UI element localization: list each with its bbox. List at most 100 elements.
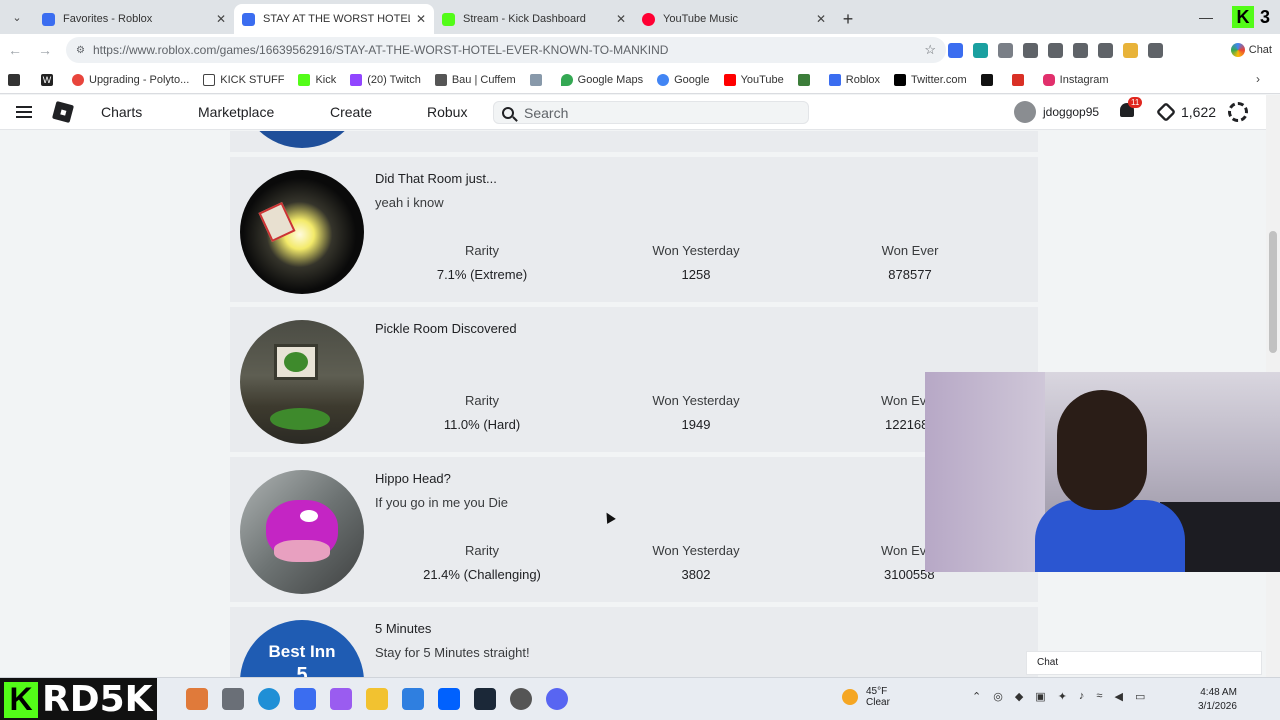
badge-image[interactable] (240, 170, 364, 294)
bookmark-item[interactable]: Kick (298, 73, 336, 86)
x-twitter-icon (894, 73, 907, 86)
roblox-logo-icon[interactable] (51, 100, 75, 124)
close-tab-icon[interactable]: ✕ (616, 12, 626, 26)
badge-image[interactable] (240, 470, 364, 594)
tab-title: YouTube Music (663, 13, 739, 25)
copilot-icon[interactable] (330, 688, 352, 710)
steam-icon[interactable] (474, 688, 496, 710)
url-field[interactable]: ⚙ https://www.roblox.com/games/166395629… (66, 37, 946, 63)
extension-icon[interactable] (973, 42, 988, 58)
tray-app-icon[interactable]: ▣ (1035, 690, 1045, 703)
search-input[interactable]: Search (493, 101, 809, 124)
badge-image[interactable]: Best Inn 5 (240, 620, 364, 677)
browser-tab-0[interactable]: Favorites - Roblox ✕ (34, 4, 234, 34)
profile-icon[interactable] (1123, 42, 1138, 58)
copilot-chat-button[interactable]: Chat (1230, 40, 1272, 60)
bookmark-item[interactable] (1011, 73, 1029, 86)
tray-app-icon[interactable]: ✦ (1058, 690, 1067, 703)
chevron-up-icon[interactable]: ⌃ (972, 690, 981, 703)
store-icon[interactable] (402, 688, 424, 710)
menu-icon[interactable] (1148, 42, 1163, 58)
microphone-icon[interactable]: ♪ (1079, 690, 1085, 703)
stat-value: 1258 (681, 267, 711, 282)
forward-icon[interactable]: → (30, 42, 60, 58)
bookmark-star-icon[interactable]: ☆ (924, 42, 936, 58)
bookmark-item[interactable] (529, 73, 547, 86)
chat-panel-tab[interactable]: Chat (1026, 651, 1262, 675)
favorites-icon[interactable] (1073, 42, 1088, 58)
browser-tab-3[interactable]: YouTube Music ✕ (634, 4, 834, 34)
nav-charts[interactable]: Charts (101, 104, 142, 120)
nav-marketplace[interactable]: Marketplace (198, 104, 274, 120)
volume-icon[interactable]: ◀ (1114, 690, 1122, 703)
bookmark-item[interactable]: Bau | Cuffem (434, 73, 516, 86)
browser-tab-2[interactable]: Stream - Kick Dashboard ✕ (434, 4, 634, 34)
bookmark-item[interactable]: Roblox (828, 73, 881, 86)
bookmark-folder[interactable]: KICK STUFF (203, 73, 284, 86)
more-bookmarks-icon[interactable]: › (1256, 72, 1260, 86)
bookmark-item[interactable]: YouTube (723, 73, 784, 86)
wifi-icon[interactable]: ≈ (1096, 690, 1102, 703)
won-yesterday-stat: Won Yesterday 1949 (596, 393, 796, 432)
hamburger-menu-icon[interactable] (16, 106, 32, 118)
kick-app-icon[interactable]: K (1231, 6, 1254, 28)
close-tab-icon[interactable]: ✕ (216, 12, 226, 26)
list-item (230, 131, 1038, 152)
edge-icon[interactable] (258, 688, 280, 710)
shield-icon[interactable] (998, 42, 1013, 58)
minimize-icon[interactable]: — (1184, 9, 1228, 25)
bookmark-item[interactable] (8, 73, 25, 86)
badge-image (240, 131, 364, 148)
notifications-button[interactable]: 11 (1118, 97, 1143, 121)
settings-gear-icon[interactable] (1228, 102, 1248, 122)
site-info-icon[interactable]: ⚙ (76, 45, 85, 56)
bookmark-item[interactable] (797, 73, 815, 86)
bookmark-label: Roblox (845, 73, 881, 86)
bookmark-item[interactable]: Upgrading - Polyto... (72, 73, 189, 86)
notification-badge: 11 (1128, 97, 1143, 108)
bookmark-item[interactable]: Instagram (1042, 73, 1109, 86)
robux-balance[interactable]: 1,622 (1155, 101, 1217, 123)
close-tab-icon[interactable]: ✕ (416, 12, 426, 26)
extension-icon[interactable] (948, 42, 963, 58)
extension-icon[interactable] (1023, 42, 1038, 58)
extension-icon[interactable] (1098, 42, 1113, 58)
nav-robux[interactable]: Robux (427, 104, 467, 120)
close-tab-icon[interactable]: ✕ (816, 12, 826, 26)
dropbox-icon[interactable] (438, 688, 460, 710)
user-profile[interactable]: jdoggop95 (1014, 101, 1099, 123)
battery-icon[interactable]: ▭ (1135, 690, 1145, 703)
badge-card: Pickle Room Discovered Rarity 11.0% (Har… (230, 307, 1038, 452)
browser-tab-1[interactable]: STAY AT THE WORST HOTEL EVER ✕ (234, 4, 434, 34)
robux-amount: 1,622 (1181, 104, 1217, 120)
bookmark-item[interactable]: (20) Twitch (350, 73, 421, 86)
nav-create[interactable]: Create (330, 104, 372, 120)
file-explorer-icon[interactable] (366, 688, 388, 710)
bookmark-wikipedia[interactable]: W (41, 73, 58, 86)
google-icon (657, 73, 670, 86)
bookmark-item[interactable]: Google (657, 73, 710, 86)
bookmark-item[interactable]: Google Maps (560, 73, 643, 86)
app-icon[interactable] (294, 688, 316, 710)
badge-image[interactable] (240, 320, 364, 444)
weather-widget[interactable]: 45°F Clear (842, 686, 890, 708)
tab-search-menu-icon[interactable]: ⌄ (0, 0, 34, 34)
tiktok-icon (980, 73, 993, 86)
clock[interactable]: 4:48 AM 3/1/2026 (1198, 686, 1237, 714)
widgets-icon[interactable] (186, 688, 208, 710)
tray-app-icon[interactable]: ◆ (1015, 690, 1023, 703)
bookmark-item[interactable]: Twitter.com (894, 73, 967, 86)
scrollbar-thumb[interactable] (1269, 231, 1277, 353)
badge-name: 5 Minutes (375, 621, 432, 636)
extension-icon[interactable] (1048, 42, 1063, 58)
tray-app-icon[interactable]: ◎ (993, 690, 1003, 703)
kick-count: 3 (1259, 6, 1270, 27)
back-icon[interactable]: ← (0, 42, 30, 58)
google-maps-icon (560, 73, 573, 86)
bookmark-label: YouTube (740, 73, 784, 86)
discord-icon[interactable] (546, 688, 568, 710)
obs-icon[interactable] (510, 688, 532, 710)
new-tab-button[interactable]: + (834, 4, 862, 34)
bookmark-item[interactable] (980, 73, 998, 86)
task-view-icon[interactable] (222, 688, 244, 710)
